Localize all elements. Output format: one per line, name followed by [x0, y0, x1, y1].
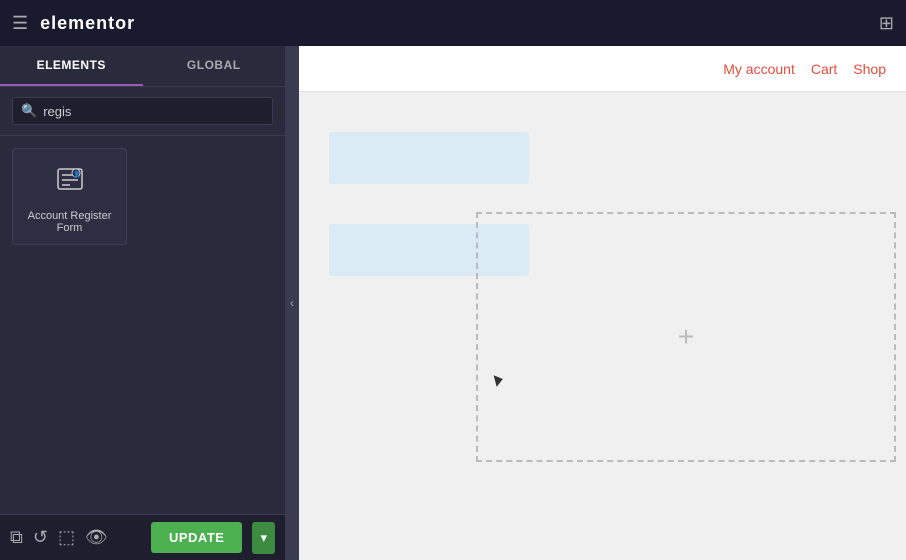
search-icon: 🔍 — [21, 103, 37, 119]
canvas-content: + — [299, 92, 906, 560]
sidebar-bottom: ⧉ ↺ ⬚ 👁 UPDATE ▾ — [0, 514, 285, 560]
widgets-area: 👤 Account Register Form — [0, 136, 285, 514]
widget-grid: 👤 Account Register Form — [12, 148, 273, 245]
sidebar-tabs: ELEMENTS GLOBAL — [0, 46, 285, 87]
layers-icon[interactable]: ⧉ — [10, 527, 23, 548]
collapse-handle[interactable]: ‹ — [285, 46, 299, 560]
nav-cart[interactable]: Cart — [811, 61, 837, 77]
widget-account-register-form-label: Account Register Form — [21, 210, 118, 234]
grid-icon[interactable]: ⊞ — [879, 13, 894, 34]
add-widget-icon[interactable]: + — [678, 321, 694, 353]
widget-account-register-form[interactable]: 👤 Account Register Form — [12, 148, 127, 245]
main-layout: ELEMENTS GLOBAL 🔍 — [0, 46, 906, 560]
nav-my-account[interactable]: My account — [723, 61, 795, 77]
history-icon[interactable]: ↺ — [33, 527, 48, 548]
search-input[interactable] — [43, 104, 264, 119]
tab-elements[interactable]: ELEMENTS — [0, 46, 143, 86]
update-button[interactable]: UPDATE — [151, 522, 242, 553]
canvas: My account Cart Shop + — [299, 46, 906, 560]
top-bar: ☰ elementor ⊞ — [0, 0, 906, 46]
responsive-icon[interactable]: ⬚ — [58, 527, 75, 548]
search-bar: 🔍 — [0, 87, 285, 136]
nav-shop[interactable]: Shop — [853, 61, 886, 77]
eye-icon[interactable]: 👁 — [85, 527, 108, 548]
top-bar-left: ☰ elementor — [12, 13, 135, 34]
placeholder-block-1 — [329, 132, 529, 184]
canvas-nav: My account Cart Shop — [299, 46, 906, 92]
svg-text:👤: 👤 — [73, 170, 80, 178]
search-wrapper: 🔍 — [12, 97, 273, 125]
tab-global[interactable]: GLOBAL — [143, 46, 286, 86]
app-title: elementor — [40, 13, 135, 34]
widget-account-register-form-icon: 👤 — [54, 163, 86, 202]
sidebar: ELEMENTS GLOBAL 🔍 — [0, 46, 285, 560]
hamburger-icon[interactable]: ☰ — [12, 13, 28, 34]
update-arrow-button[interactable]: ▾ — [252, 522, 275, 554]
drop-zone[interactable]: + — [476, 212, 896, 462]
